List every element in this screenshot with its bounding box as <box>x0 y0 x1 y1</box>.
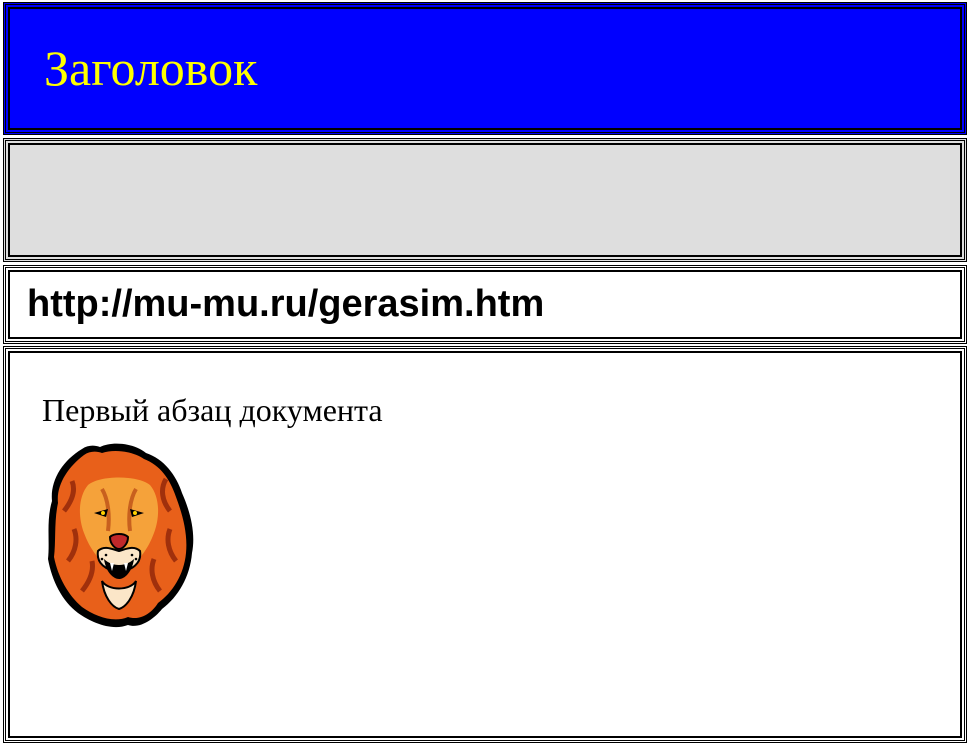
slide-frame: Заголовок http://mu-mu.ru/gerasim.htm Пе… <box>0 0 970 745</box>
gray-bar-panel <box>3 138 967 262</box>
page-title: Заголовок <box>44 40 258 96</box>
lion-icon <box>48 443 194 628</box>
url-panel: http://mu-mu.ru/gerasim.htm <box>3 265 967 344</box>
content-panel: Первый абзац документа <box>3 346 967 743</box>
url-text[interactable]: http://mu-mu.ru/gerasim.htm <box>27 283 544 326</box>
first-paragraph: Первый абзац документа <box>42 392 383 428</box>
title-panel: Заголовок <box>3 2 967 135</box>
